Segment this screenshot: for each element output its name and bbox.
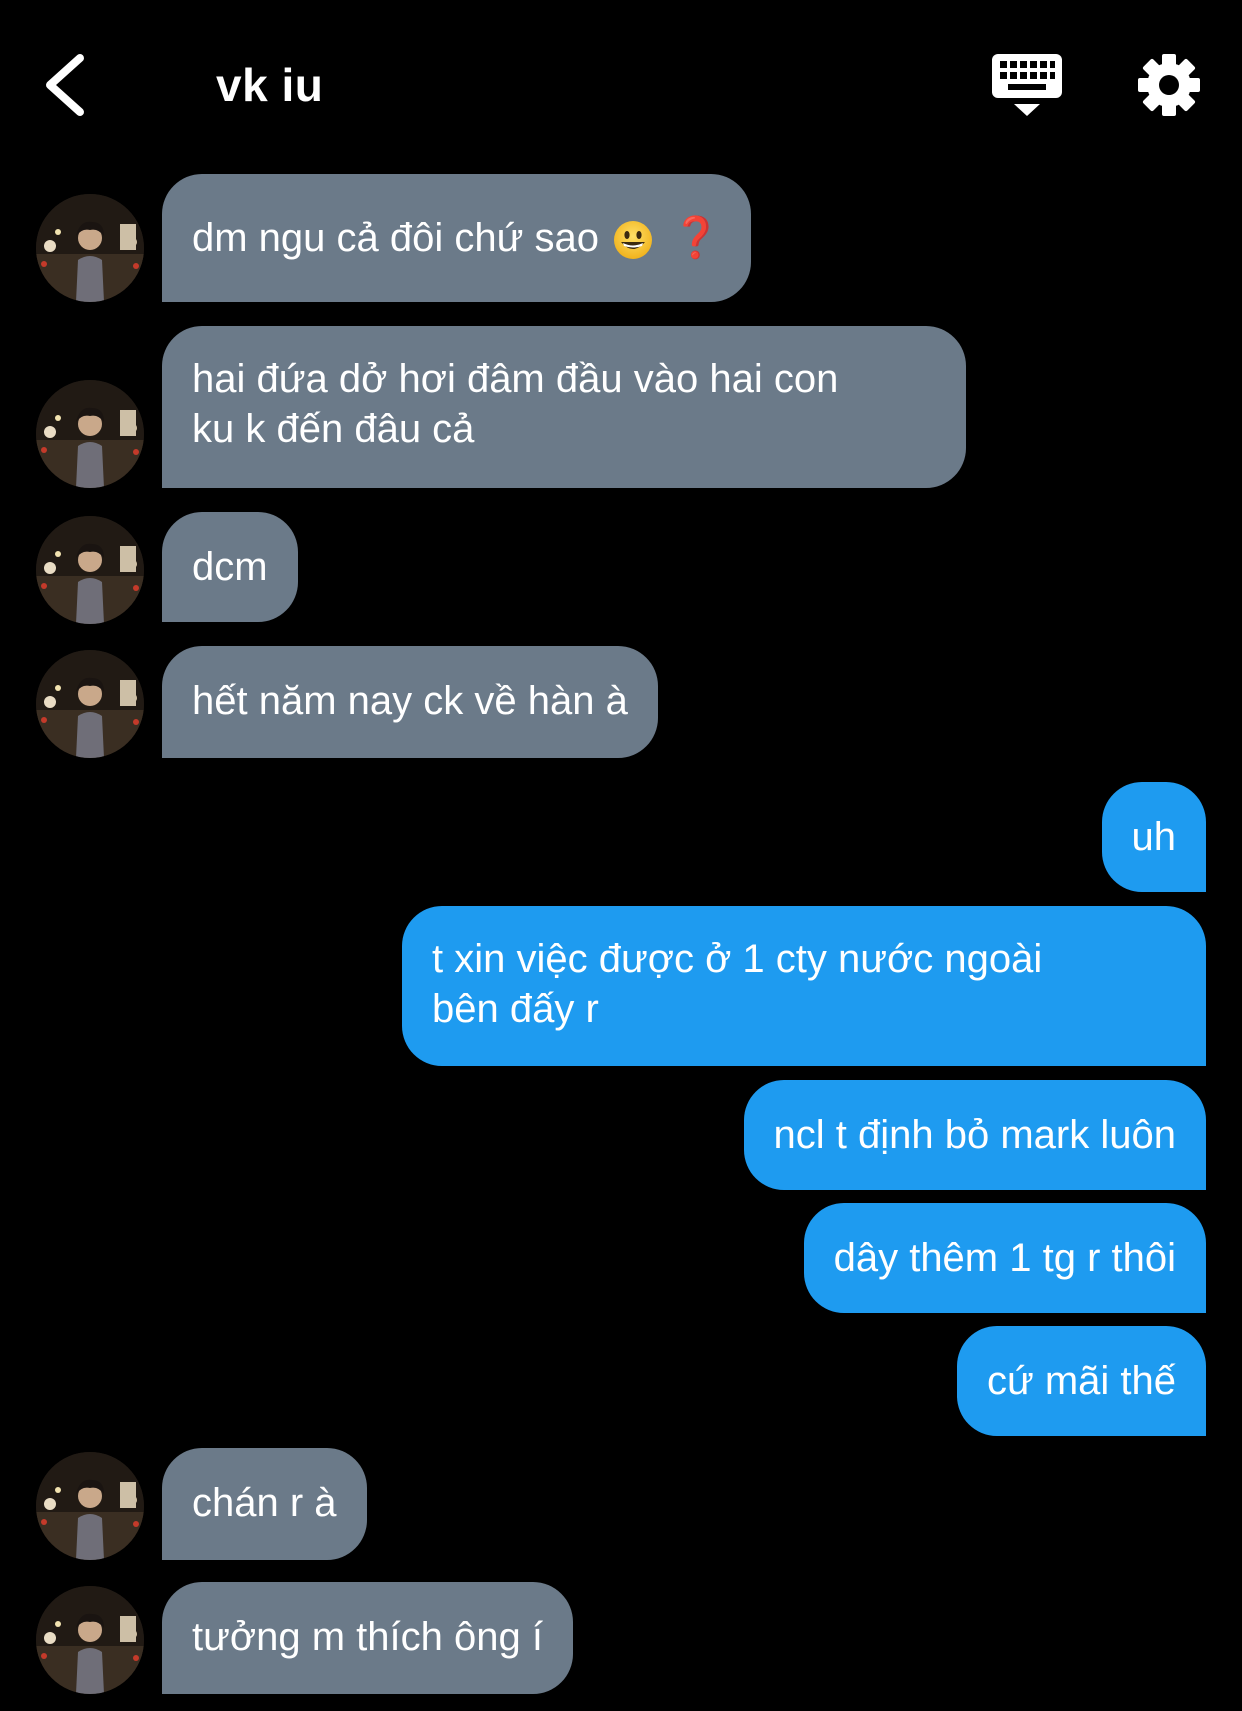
grinning-face-icon xyxy=(614,221,653,260)
message-text-line: ku k đến đâu cả xyxy=(192,407,475,451)
keyboard-toggle-button[interactable] xyxy=(990,52,1064,118)
incoming-message[interactable]: hai đứa dở hơi đâm đầu vào hai con ku k … xyxy=(162,326,966,488)
message-text: chán r à xyxy=(192,1481,337,1525)
question-mark-emoji: ❓ xyxy=(671,216,721,260)
contact-avatar[interactable] xyxy=(36,1452,144,1560)
settings-button[interactable] xyxy=(1136,52,1202,118)
message-text: dcm xyxy=(192,545,268,589)
contact-avatar[interactable] xyxy=(36,516,144,624)
avatar-photo xyxy=(36,380,144,488)
incoming-message[interactable]: dm ngu cả đôi chứ sao ❓ xyxy=(162,174,751,302)
message-text-line: hai đứa dở hơi đâm đầu vào hai con xyxy=(192,357,839,401)
message-text: dây thêm 1 tg r thôi xyxy=(833,1236,1176,1280)
outgoing-message[interactable]: dây thêm 1 tg r thôi xyxy=(803,1203,1206,1313)
outgoing-message[interactable]: uh xyxy=(1101,782,1206,892)
avatar-photo xyxy=(36,516,144,624)
message-text: ncl t định bỏ mark luôn xyxy=(773,1113,1176,1157)
message-text: uh xyxy=(1131,815,1177,859)
incoming-message[interactable]: hết năm nay ck về hàn à xyxy=(162,646,658,758)
outgoing-message[interactable]: t xin việc được ở 1 cty nước ngoài bên đ… xyxy=(402,906,1206,1066)
contact-avatar[interactable] xyxy=(36,380,144,488)
outgoing-message[interactable]: cứ mãi thế xyxy=(956,1326,1206,1436)
chat-header: vk iu xyxy=(0,0,1242,165)
message-text: cứ mãi thế xyxy=(986,1359,1176,1403)
contact-avatar[interactable] xyxy=(36,650,144,758)
outgoing-message[interactable]: ncl t định bỏ mark luôn xyxy=(743,1080,1206,1190)
back-chevron-icon xyxy=(46,54,84,116)
avatar-photo xyxy=(36,650,144,758)
message-text-line: bên đấy r xyxy=(432,987,599,1031)
back-button[interactable] xyxy=(38,50,98,120)
avatar-photo xyxy=(36,1452,144,1560)
incoming-message[interactable]: tưởng m thích ông í xyxy=(162,1582,573,1694)
grinning-face-emoji xyxy=(613,220,653,260)
conversation-title: vk iu xyxy=(216,59,324,111)
message-text: hết năm nay ck về hàn à xyxy=(192,679,628,723)
incoming-message[interactable]: dcm xyxy=(162,512,298,622)
incoming-message[interactable]: chán r à xyxy=(162,1448,367,1560)
avatar-photo xyxy=(36,1586,144,1694)
contact-avatar[interactable] xyxy=(36,1586,144,1694)
contact-avatar[interactable] xyxy=(36,194,144,302)
message-text: tưởng m thích ông í xyxy=(192,1615,543,1659)
avatar-photo xyxy=(36,194,144,302)
message-text: dm ngu cả đôi chứ sao xyxy=(192,216,600,260)
message-text-line: t xin việc được ở 1 cty nước ngoài xyxy=(432,937,1043,981)
keyboard-icon xyxy=(992,54,1062,116)
gear-icon xyxy=(1138,54,1200,116)
